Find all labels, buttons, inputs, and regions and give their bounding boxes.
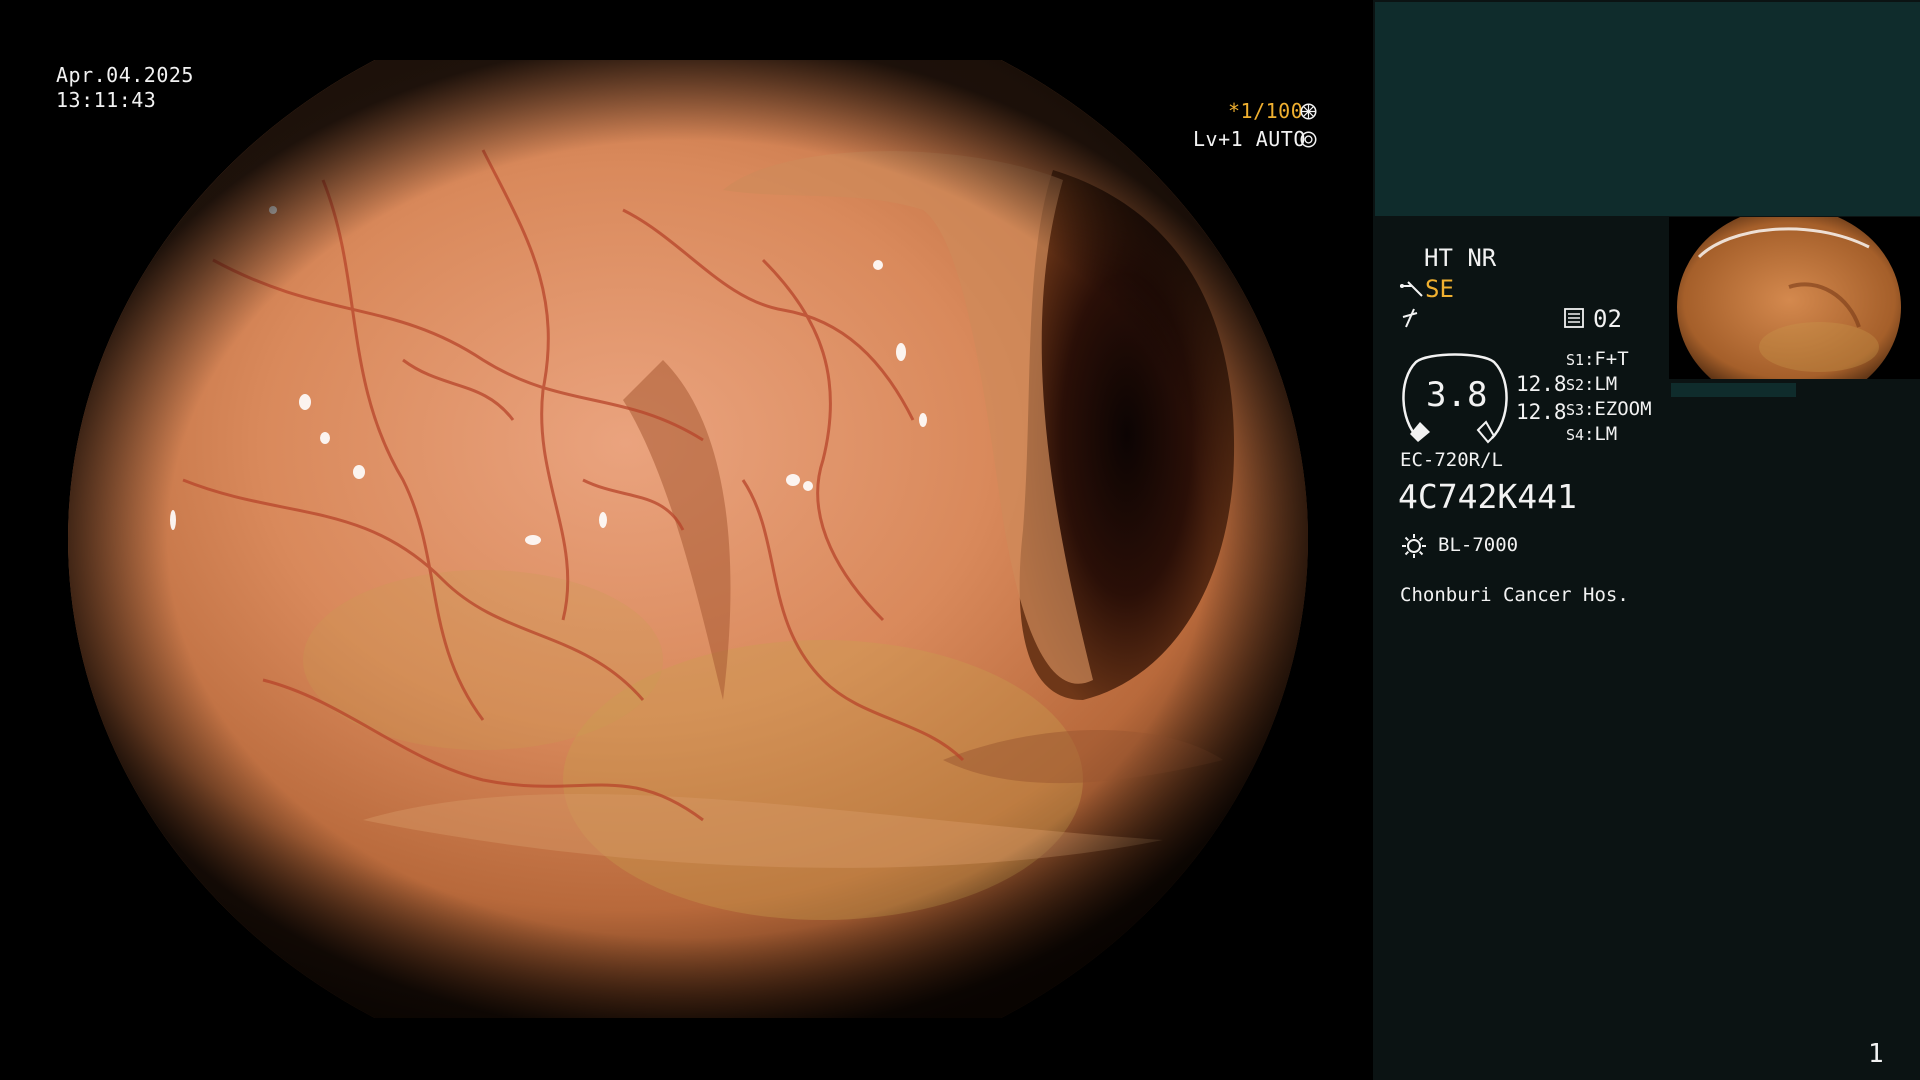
thumbnail-image[interactable] [1669,217,1920,402]
switch-key: S1 [1566,351,1585,369]
switch-row-s2: S2:LM [1566,373,1618,395]
iris-icon [1300,131,1317,148]
dial-value: 3.8 [1426,375,1488,415]
switch-row-s3: S3:EZOOM [1566,398,1652,420]
memory-number: 02 [1593,305,1622,333]
freeze-icon [1400,307,1422,329]
enhance-indicator: SE [1425,275,1454,303]
osd-level: Lv+1 AUTO [1193,127,1306,151]
panel-header-area [1375,2,1920,216]
light-icon [1400,532,1428,560]
scope-icon [1398,278,1424,302]
switch-key: S3 [1566,401,1585,419]
scope-serial: 4C742K441 [1398,477,1577,516]
endoscope-image [63,60,1313,1018]
switch-list: S1:F+T S2:LM S3:EZOOM S4:LM [1566,349,1652,449]
switch-row-s1: S1:F+T [1566,348,1629,370]
hospital-name: Chonburi Cancer Hos. [1400,584,1629,606]
page-number: 1 [1868,1039,1884,1069]
memory-icon [1563,307,1585,329]
switch-row-s4: S4:LM [1566,423,1618,445]
switch-key: S4 [1566,426,1585,444]
switch-value: EZOOM [1594,398,1652,420]
switch-key: S2 [1566,376,1585,394]
osd-date: Apr.04.2025 [56,63,194,87]
value-bottom: 12.8 [1516,400,1567,424]
switch-value: F+T [1594,348,1629,370]
colon-lumen-image [63,60,1313,1018]
switch-value: LM [1594,373,1618,395]
value-top: 12.8 [1516,372,1567,396]
osd-shutter: *1/100 [1228,99,1304,123]
light-source: BL-7000 [1438,534,1519,556]
shutter-icon [1300,103,1317,120]
osd-time: 13:11:43 [56,88,157,112]
switch-value: LM [1594,423,1618,445]
scope-model: EC-720R/L [1400,449,1503,471]
mode-indicator: HT NR [1424,244,1497,272]
